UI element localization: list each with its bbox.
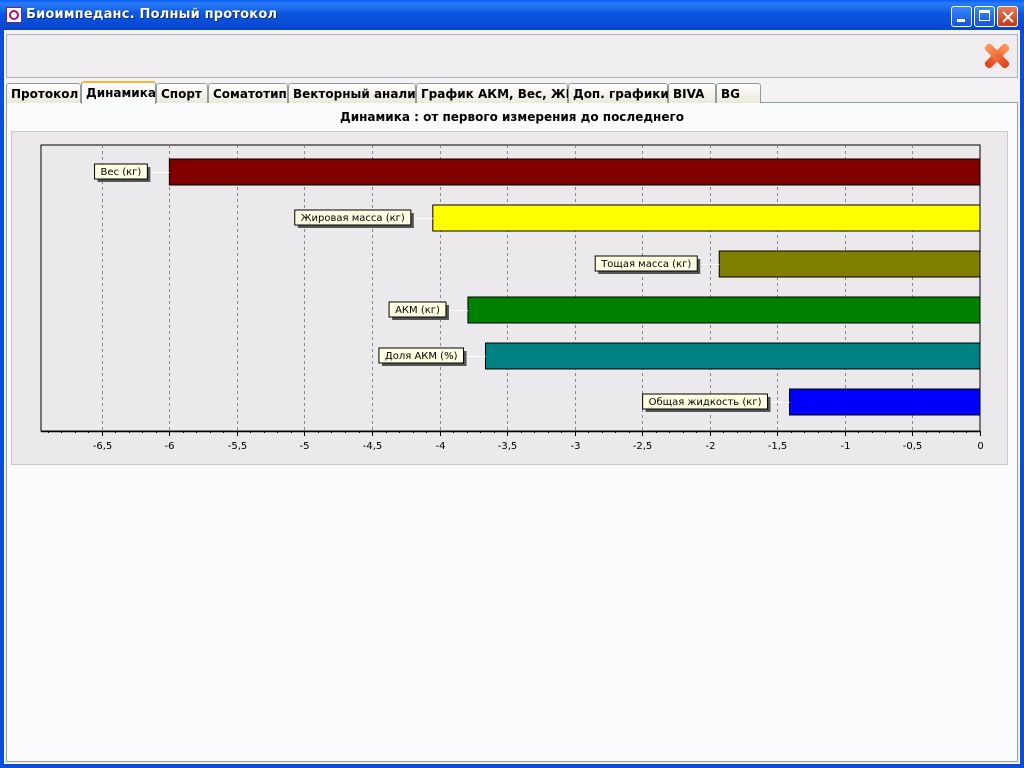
x-tick-label: -5 (300, 441, 310, 452)
bar (485, 342, 981, 370)
bar (467, 296, 981, 324)
bar-label: Доля АКМ (%) (385, 351, 458, 362)
bar-label: Тощая масса (кг) (600, 259, 691, 270)
x-tick-label: -4,5 (363, 441, 383, 452)
bar (718, 250, 981, 278)
bar-label: АКМ (кг) (395, 305, 440, 316)
bar-label: Жировая масса (кг) (301, 213, 405, 224)
x-tick-label: -4 (436, 441, 446, 452)
x-tick-label: -0,5 (903, 441, 923, 452)
bar (788, 388, 981, 416)
x-tick-label: -2 (706, 441, 716, 452)
x-tick-label: -1,5 (768, 441, 788, 452)
x-tick-label: 0 (977, 441, 983, 452)
bar (432, 204, 981, 232)
bar-label: Вес (кг) (101, 167, 142, 178)
x-tick-label: -6 (165, 441, 175, 452)
bar (168, 158, 981, 186)
x-tick-label: -5,5 (228, 441, 248, 452)
dynamics-bar-chart: -6,5 -6 -5,5 -5 -4,5 -4 -3,5 -3 -2,5 -2 -1,5 -1 -0,5… (40, 144, 984, 452)
x-tick-label: -6,5 (93, 441, 113, 452)
plot-frame (40, 144, 981, 432)
bar-label: Общая жидкость (кг) (649, 397, 762, 408)
x-tick-label: -3,5 (498, 441, 518, 452)
x-tick-label: -3 (571, 441, 581, 452)
x-tick-label: -1 (841, 441, 851, 452)
x-tick-label: -2,5 (633, 441, 653, 452)
